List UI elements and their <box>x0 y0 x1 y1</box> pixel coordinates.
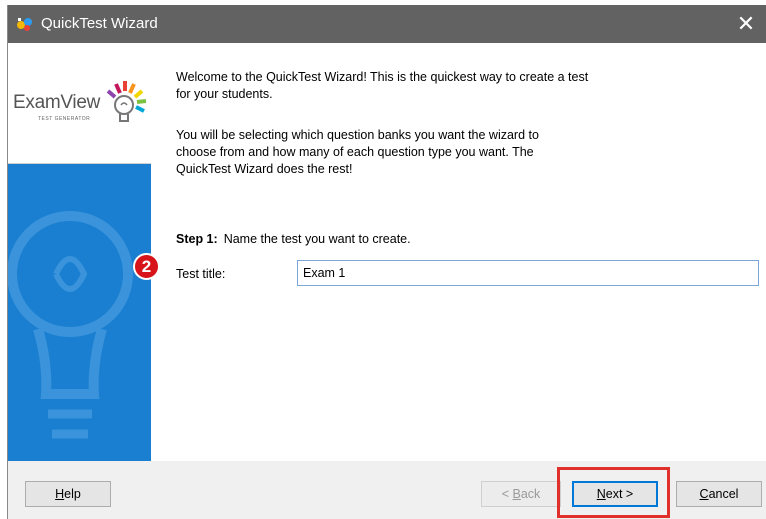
quicktest-wizard-window: QuickTest Wizard ✕ ExamView TEST GENERAT… <box>7 5 766 519</box>
back-prefix: < <box>501 487 513 501</box>
logo: ExamView TEST GENERATOR <box>8 43 151 164</box>
wizard-content: ExamView TEST GENERATOR Welcome to the Q… <box>8 43 766 461</box>
intro-line-1: Welcome to the QuickTest Wizard! This is… <box>176 70 589 84</box>
close-icon[interactable]: ✕ <box>731 9 761 39</box>
next-highlight-box <box>557 467 670 518</box>
help-mnemonic: H <box>55 487 65 501</box>
step-text: Name the test you want to create. <box>223 232 411 246</box>
test-title-label: Test title: <box>176 267 226 281</box>
back-mnemonic: B <box>512 487 521 501</box>
button-bar: Help < Back Next > Cancel <box>8 461 766 519</box>
test-title-input[interactable] <box>297 260 759 286</box>
help-label: elp <box>64 487 81 501</box>
wizard-body: Welcome to the QuickTest Wizard! This is… <box>151 43 766 461</box>
description-line-3: QuickTest Wizard does the rest! <box>176 162 353 176</box>
lightbulb-icon <box>106 81 147 122</box>
step-instruction: Step 1: Name the test you want to create. <box>176 232 411 246</box>
quicktest-app-icon <box>17 18 32 31</box>
decorative-sidebar <box>8 164 151 461</box>
step-annotation-badge: 2 <box>133 253 160 280</box>
logo-subtitle: TEST GENERATOR <box>38 116 91 122</box>
branding-panel: ExamView TEST GENERATOR <box>8 43 151 461</box>
description-paragraph: You will be selecting which question ban… <box>176 127 539 178</box>
intro-line-2: for your students. <box>176 87 273 101</box>
cancel-mnemonic: C <box>699 487 709 501</box>
intro-paragraph: Welcome to the QuickTest Wizard! This is… <box>176 69 588 103</box>
cancel-button[interactable]: Cancel <box>676 481 762 507</box>
logo-name: ExamView <box>13 92 101 113</box>
lightbulb-watermark-icon <box>8 211 133 439</box>
help-button[interactable]: Help <box>25 481 111 507</box>
description-line-1: You will be selecting which question ban… <box>176 128 539 142</box>
step-number: Step 1: <box>176 232 218 246</box>
back-label: ack <box>520 487 541 501</box>
title-bar: QuickTest Wizard ✕ <box>8 5 766 43</box>
window-title: QuickTest Wizard <box>41 15 158 32</box>
cancel-label: ancel <box>708 487 739 501</box>
back-button[interactable]: < Back <box>481 481 561 507</box>
description-line-2: choose from and how many of each questio… <box>176 145 534 159</box>
